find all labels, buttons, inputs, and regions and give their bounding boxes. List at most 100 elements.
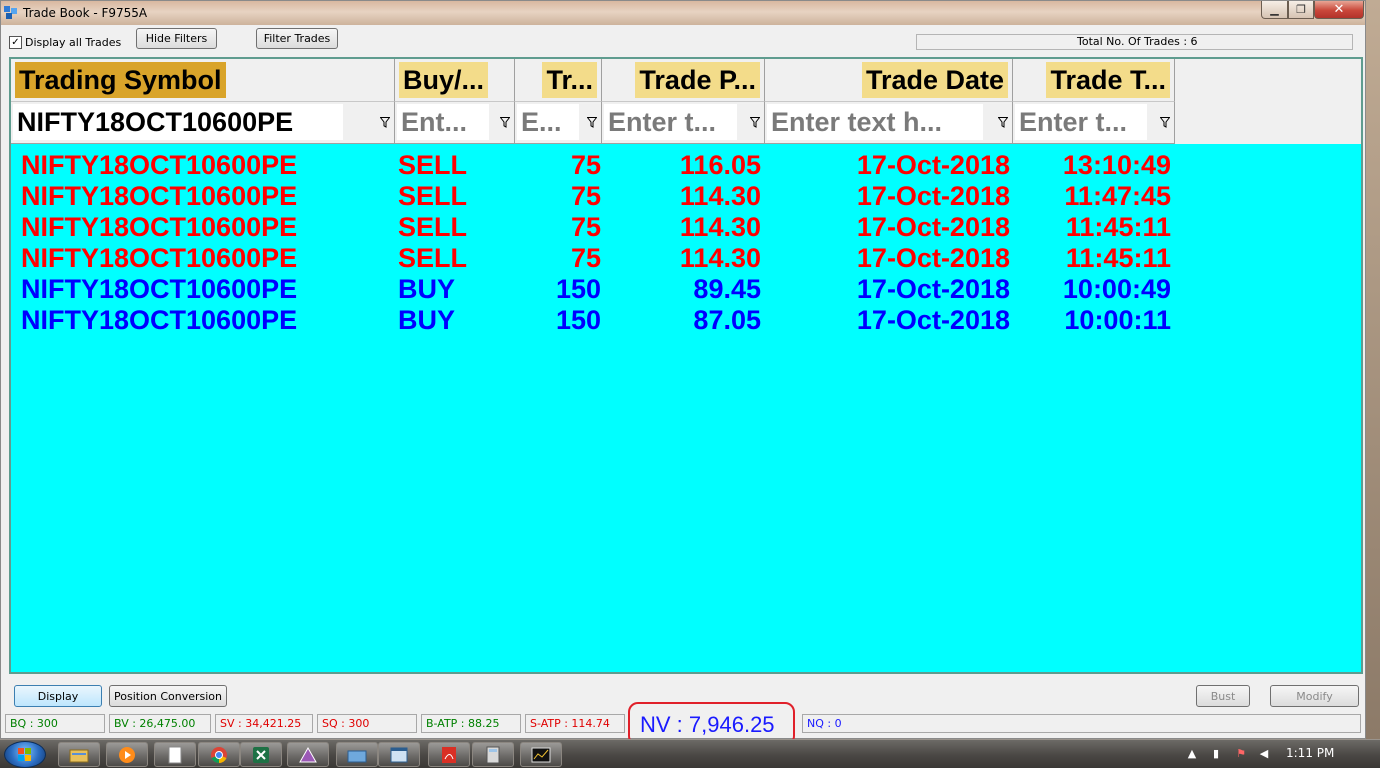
close-button[interactable]: ✕: [1314, 1, 1364, 19]
document-icon: [168, 746, 182, 763]
filter-cell-trade-time: [1013, 102, 1175, 144]
cell-date: 17-Oct-2018: [856, 212, 1010, 242]
filter-input-trade-date[interactable]: [767, 104, 983, 140]
table-row[interactable]: NIFTY18OCT10600PE SELL 75 114.30 17-Oct-…: [11, 181, 1361, 212]
display-all-trades-checkbox[interactable]: ✓ Display all Trades: [9, 36, 121, 49]
calculator-icon: [486, 746, 500, 763]
column-label: Trade P...: [635, 62, 760, 98]
cell-price: 87.05: [693, 305, 761, 335]
filter-cell-trading-symbol: [11, 102, 395, 144]
maximize-button[interactable]: ❐: [1288, 1, 1314, 19]
title-bar[interactable]: Trade Book - F9755A ▁ ❐ ✕: [1, 1, 1365, 25]
cell-side: SELL: [398, 150, 468, 180]
filter-input-trade-qty[interactable]: [517, 104, 579, 140]
filter-funnel-icon[interactable]: [587, 117, 597, 128]
filter-funnel-icon[interactable]: [750, 117, 760, 128]
cell-side: SELL: [398, 212, 468, 242]
column-header-trade-date[interactable]: Trade Date: [765, 59, 1013, 102]
document-taskbar-button[interactable]: [154, 742, 196, 767]
position-conversion-button[interactable]: Position Conversion: [109, 685, 227, 707]
cell-time: 10:00:49: [1062, 274, 1171, 304]
bust-button[interactable]: Bust: [1196, 685, 1250, 707]
chart-app-taskbar-button[interactable]: [520, 742, 562, 767]
filter-input-buy-sell[interactable]: [397, 104, 489, 140]
column-label: Trading Symbol: [15, 62, 226, 98]
windows-logo-icon: [18, 748, 31, 761]
grid-header: Trading Symbol Buy/... Tr... Trade P... …: [11, 59, 1361, 144]
checkbox-check-icon[interactable]: ✓: [9, 36, 22, 49]
pdf-taskbar-button[interactable]: [428, 742, 470, 767]
column-header-trading-symbol[interactable]: Trading Symbol: [11, 59, 395, 102]
filter-input-trading-symbol[interactable]: [13, 104, 343, 140]
filter-input-trade-time[interactable]: [1015, 104, 1147, 140]
column-label: Trade Date: [861, 62, 1008, 98]
action-center-icon[interactable]: ⚑: [1235, 748, 1247, 760]
minimize-icon: ▁: [1270, 3, 1279, 16]
filter-cell-trade-price: [602, 102, 765, 144]
column-header-trade-qty[interactable]: Tr...: [515, 59, 602, 102]
column-header-trade-time[interactable]: Trade T...: [1013, 59, 1175, 102]
cell-qty: 150: [555, 274, 601, 304]
folder-taskbar-button[interactable]: [336, 742, 378, 767]
filter-funnel-icon[interactable]: [500, 117, 510, 128]
cell-price: 116.05: [679, 150, 761, 180]
filter-trades-button[interactable]: Filter Trades: [256, 28, 338, 49]
volume-icon[interactable]: ◀: [1258, 748, 1270, 760]
trade-grid: Trading Symbol Buy/... Tr... Trade P... …: [9, 57, 1363, 674]
table-row[interactable]: NIFTY18OCT10600PE BUY 150 89.45 17-Oct-2…: [11, 274, 1361, 305]
filter-cell-buy-sell: [395, 102, 515, 144]
cell-time: 11:45:11: [1065, 243, 1171, 273]
cell-price: 114.30: [679, 212, 761, 242]
network-icon[interactable]: ▮: [1210, 748, 1222, 760]
calculator-taskbar-button[interactable]: [472, 742, 514, 767]
cell-price: 114.30: [679, 181, 761, 211]
excel-taskbar-button[interactable]: [240, 742, 282, 767]
cell-symbol: NIFTY18OCT10600PE: [21, 243, 298, 273]
table-row[interactable]: NIFTY18OCT10600PE BUY 150 87.05 17-Oct-2…: [11, 305, 1361, 336]
explorer-taskbar-button[interactable]: [58, 742, 100, 767]
column-header-buy-sell[interactable]: Buy/...: [395, 59, 515, 102]
column-label: Tr...: [542, 62, 597, 98]
cell-date: 17-Oct-2018: [856, 274, 1010, 304]
table-row[interactable]: NIFTY18OCT10600PE SELL 75 114.30 17-Oct-…: [11, 243, 1361, 274]
table-row[interactable]: NIFTY18OCT10600PE SELL 75 114.30 17-Oct-…: [11, 212, 1361, 243]
desktop-edge: [1366, 0, 1380, 739]
chrome-taskbar-button[interactable]: [198, 742, 240, 767]
display-button[interactable]: Display: [14, 685, 102, 707]
table-row[interactable]: NIFTY18OCT10600PE SELL 75 116.05 17-Oct-…: [11, 150, 1361, 181]
filter-funnel-icon[interactable]: [380, 117, 390, 128]
toolbar: ✓ Display all Trades Hide Filters Filter…: [1, 25, 1365, 57]
minimize-button[interactable]: ▁: [1261, 1, 1288, 19]
cell-date: 17-Oct-2018: [856, 181, 1010, 211]
cell-price: 89.45: [693, 274, 761, 304]
hide-filters-button[interactable]: Hide Filters: [136, 28, 217, 49]
filter-funnel-icon[interactable]: [998, 117, 1008, 128]
column-header-trade-price[interactable]: Trade P...: [602, 59, 765, 102]
window-title: Trade Book - F9755A: [23, 6, 148, 20]
show-hidden-icons-icon[interactable]: ▲: [1186, 748, 1198, 760]
cell-price: 114.30: [679, 243, 761, 273]
media-player-icon: [119, 746, 135, 763]
window-taskbar-button[interactable]: [378, 742, 420, 767]
chrome-icon: [211, 746, 227, 763]
cell-date: 17-Oct-2018: [856, 150, 1010, 180]
start-button[interactable]: [4, 741, 46, 768]
triangle-app-taskbar-button[interactable]: [287, 742, 329, 767]
cell-side: BUY: [398, 274, 456, 304]
total-trades-count: Total No. Of Trades : 6: [916, 34, 1353, 50]
filter-input-trade-price[interactable]: [604, 104, 737, 140]
chart-icon: [531, 747, 551, 762]
column-label: Buy/...: [399, 62, 489, 98]
cell-symbol: NIFTY18OCT10600PE: [21, 305, 298, 335]
status-net-qty: NQ : 0: [802, 714, 1361, 733]
explorer-icon: [69, 749, 89, 762]
cell-side: SELL: [398, 243, 468, 273]
cell-qty: 75: [570, 181, 601, 211]
media-player-taskbar-button[interactable]: [106, 742, 148, 767]
filter-funnel-icon[interactable]: [1160, 117, 1170, 128]
cell-qty: 75: [570, 243, 601, 273]
modify-button[interactable]: Modify: [1270, 685, 1359, 707]
app-triangle-icon: [299, 746, 317, 762]
cell-side: BUY: [398, 305, 456, 335]
taskbar-clock[interactable]: 1:11 PM: [1286, 746, 1334, 760]
